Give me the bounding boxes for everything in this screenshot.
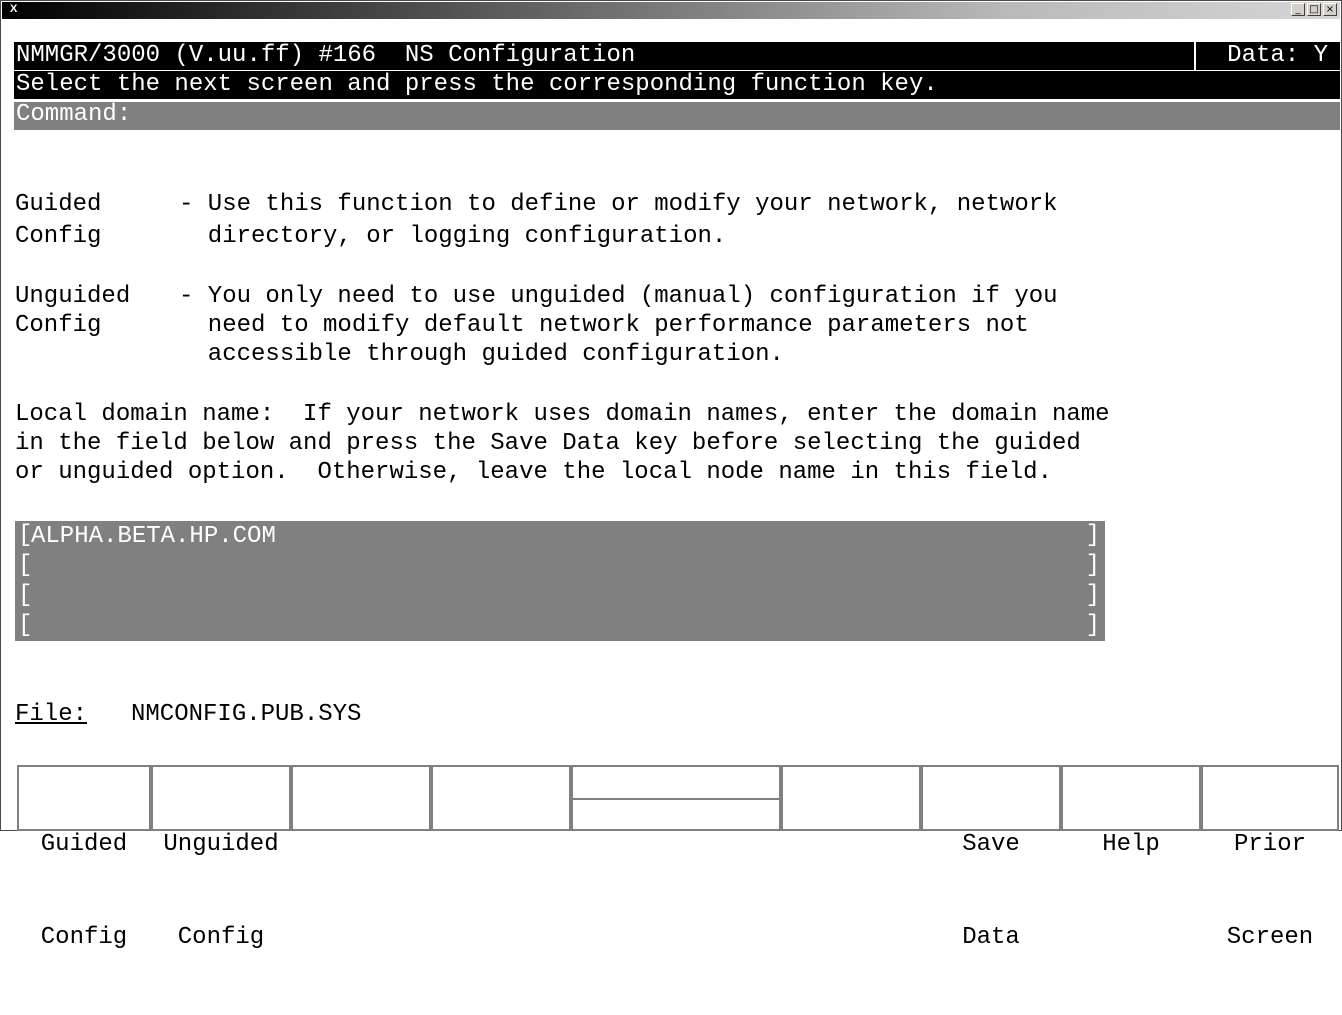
title-bar[interactable]: X _ □ × — [2, 2, 1340, 19]
domain-field-row: [ ] — [15, 611, 1105, 641]
field-close-bracket: ] — [1085, 552, 1100, 579]
close-button[interactable]: × — [1323, 3, 1337, 16]
unguided-option-desc: - You only need to use unguided (manual)… — [179, 283, 1058, 310]
command-bar: Command: — [14, 102, 1340, 130]
x-logo-icon: X — [10, 3, 18, 15]
instruction-bar: Select the next screen and press the cor… — [14, 71, 1340, 99]
guided-option-desc: - Use this function to define or modify … — [179, 191, 1058, 218]
guided-option-name-line2: Config — [15, 223, 102, 250]
domain-name-input-1[interactable] — [31, 522, 1091, 550]
field-close-bracket: ] — [1085, 582, 1100, 609]
domain-help-line2: in the field below and press the Save Da… — [15, 430, 1081, 457]
fkey-label-line1: Save — [962, 831, 1020, 858]
f8-help-key[interactable]: Help — [1061, 765, 1201, 858]
domain-field-row: [ ] — [15, 581, 1105, 611]
fkey-divider — [573, 798, 779, 800]
domain-name-input-3[interactable] — [31, 582, 1091, 610]
fkey-label-line1: Help — [1102, 831, 1160, 858]
file-label: File: — [15, 701, 88, 728]
f7-save-data-key[interactable]: Save Data — [921, 765, 1061, 951]
fkey-label-line1: Guided — [40, 831, 128, 858]
f9-prior-screen-key[interactable]: Prior Screen — [1201, 765, 1339, 951]
maximize-button[interactable]: □ — [1307, 3, 1321, 16]
fkey-label-line2: Config — [177, 924, 265, 951]
header-divider — [1194, 42, 1196, 70]
f5-blank-key[interactable] — [571, 765, 781, 831]
unguided-option-desc-line2: need to modify default network performan… — [179, 312, 1029, 339]
domain-help-line3: or unguided option. Otherwise, leave the… — [15, 459, 1052, 486]
fkey-label-line2: Data — [962, 924, 1020, 951]
domain-name-input-4[interactable] — [31, 612, 1091, 640]
fkey-label-line1: Unguided — [163, 831, 279, 858]
guided-option-name: Guided — [15, 191, 102, 218]
field-close-bracket: ] — [1085, 612, 1100, 639]
domain-name-fields: [ ] [ ] [ ] [ ] — [15, 521, 1105, 641]
fkey-label-line2: Screen — [1226, 924, 1314, 951]
file-path: NMCONFIG.PUB.SYS — [131, 701, 362, 728]
unguided-option-name-line2: Config — [15, 312, 102, 339]
f1-guided-config-key[interactable]: Guided Config — [17, 765, 151, 951]
screen-title: NMMGR/3000 (V.uu.ff) #166 NS Configurati… — [16, 42, 636, 69]
minimize-button[interactable]: _ — [1291, 3, 1305, 16]
f3-blank-key[interactable] — [291, 765, 431, 831]
field-close-bracket: ] — [1085, 522, 1100, 549]
fkey-label-line2: Config — [40, 924, 128, 951]
domain-help-line1: Local domain name: If your network uses … — [15, 401, 1110, 428]
f6-blank-key[interactable] — [781, 765, 921, 831]
data-flag: Data: Y — [1227, 42, 1328, 69]
f4-blank-key[interactable] — [431, 765, 571, 831]
guided-option-desc-line2: directory, or logging configuration. — [179, 223, 727, 250]
instruction-text: Select the next screen and press the cor… — [16, 71, 938, 98]
domain-field-row: [ ] — [15, 551, 1105, 581]
domain-name-input-2[interactable] — [31, 552, 1091, 580]
fkey-label-line1: Prior — [1233, 831, 1306, 858]
unguided-option-desc-line3: accessible through guided configuration. — [179, 341, 784, 368]
domain-field-row: [ ] — [15, 521, 1105, 551]
command-label: Command: — [16, 101, 132, 128]
f2-unguided-config-key[interactable]: Unguided Config — [151, 765, 291, 951]
header-bar: NMMGR/3000 (V.uu.ff) #166 NS Configurati… — [14, 42, 1340, 70]
terminal-window: X _ □ × NMMGR/3000 (V.uu.ff) #166 NS Con… — [0, 0, 1342, 951]
function-key-bar: Guided Config Unguided Config Save Data — [15, 765, 1341, 951]
unguided-option-name: Unguided — [15, 283, 131, 310]
command-input[interactable] — [146, 102, 1336, 128]
